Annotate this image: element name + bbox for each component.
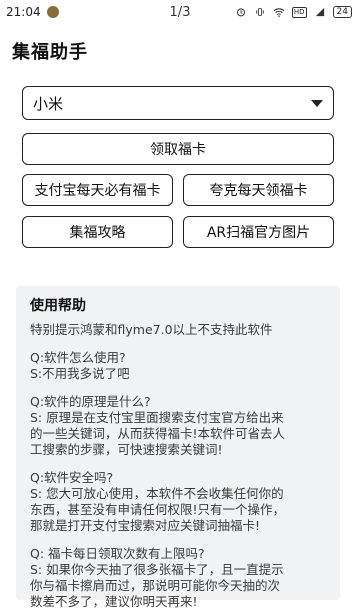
faq-answer-3-line: 那就是打开支付宝搜索对应关键词抽福卡!: [30, 518, 261, 533]
status-right: HD 24: [235, 6, 352, 18]
alipay-daily-button[interactable]: 支付宝每天必有福卡: [22, 174, 173, 206]
faq-answer-4-line: 数差不多了，建议你明天再来!: [30, 594, 198, 609]
chevron-down-icon: [311, 99, 323, 107]
status-time: 21:04: [6, 5, 41, 19]
help-card: 使用帮助 特别提示鸿蒙和flyme7.0以上不支持此软件 Q:软件怎么使用? S…: [16, 286, 340, 609]
faq-answer-2-line: 工搜索的步骤，可快速搜索关键词!: [30, 442, 223, 457]
faq-question-2: Q:软件的原理是什么?: [30, 394, 151, 409]
signal-icon: [315, 7, 324, 17]
help-title: 使用帮助: [30, 298, 86, 314]
page-title: 集福助手: [12, 42, 88, 63]
hd-badge: HD: [291, 6, 307, 18]
wifi-icon: [273, 8, 285, 17]
faq-answer-4-line: S: 如果你今天抽了很多张福卡了，且一直提示: [30, 562, 284, 577]
receive-card-button[interactable]: 领取福卡: [22, 133, 334, 165]
faq-answer-1: S:不用我多说了吧: [30, 366, 130, 381]
help-note: 特别提示鸿蒙和flyme7.0以上不支持此软件: [30, 322, 273, 337]
status-bar: 21:04 1/3 HD 24: [0, 0, 360, 24]
page-indicator: 1/3: [169, 5, 191, 20]
status-left: 21:04: [6, 5, 59, 19]
vibrate-icon: [256, 8, 264, 16]
faq-answer-3-line: 东西，甚至没有申请任何权限!只有一个操作，: [30, 502, 286, 517]
quark-daily-button[interactable]: 夸克每天领福卡: [183, 174, 334, 206]
faq-question-1: Q:软件怎么使用?: [30, 350, 126, 365]
faq-answer-3-line: S: 您大可放心使用，本软件不会收集任何你的: [30, 486, 284, 501]
strategy-button[interactable]: 集福攻略: [22, 216, 173, 248]
battery-icon: 24: [332, 6, 352, 18]
faq-question-4: Q: 福卡每日领取次数有上限吗?: [30, 546, 205, 561]
faq-answer-4-line: 你与福卡擦肩而过，那说明可能你今天抽的次: [30, 578, 281, 593]
ar-scan-images-button[interactable]: AR扫福官方图片: [183, 216, 334, 248]
faq-answer-2-line: 的一些关键词，从而获得福卡!本软件可省去人: [30, 426, 286, 441]
notification-app-icon: [46, 6, 59, 18]
brand-select-value: 小米: [33, 94, 64, 113]
brand-select[interactable]: 小米: [22, 86, 334, 120]
faq-question-3: Q:软件安全吗?: [30, 470, 114, 485]
alarm-icon: [236, 8, 245, 17]
faq-answer-2-line: S: 原理是在支付宝里面搜索支付宝官方给出来: [30, 410, 284, 425]
